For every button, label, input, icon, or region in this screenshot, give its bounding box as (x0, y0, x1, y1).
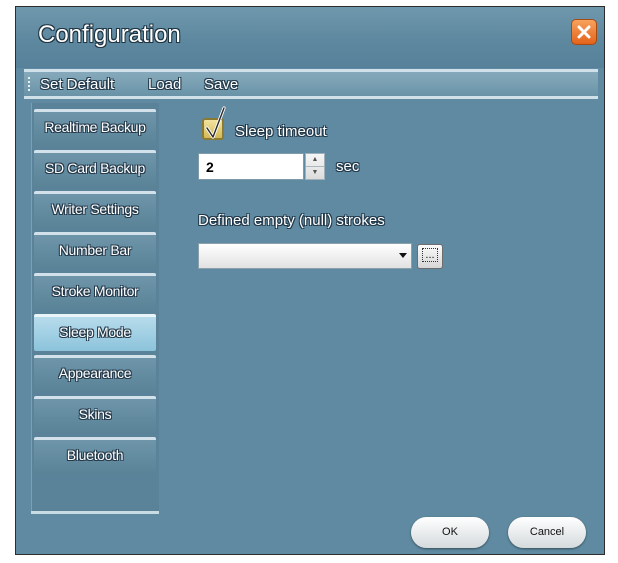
sleep-timeout-label: Sleep timeout (235, 123, 327, 140)
ok-button[interactable]: OK (411, 517, 489, 548)
browse-label: ... (422, 248, 438, 262)
browse-strokes-button[interactable]: ... (417, 244, 443, 269)
dropdown-arrow-icon (399, 253, 407, 258)
sidebar-item-writer-settings[interactable]: Writer Settings (34, 191, 156, 228)
configuration-window: Configuration Set Default Load Save Real… (15, 6, 605, 555)
sidebar-item-appearance[interactable]: Appearance (34, 355, 156, 392)
menu-save[interactable]: Save (204, 76, 238, 93)
timeout-value-input[interactable]: 2 (198, 153, 304, 180)
window-title: Configuration (38, 21, 181, 48)
sidebar-item-skins[interactable]: Skins (34, 396, 156, 433)
empty-strokes-dropdown[interactable] (198, 243, 412, 269)
sidebar-item-bluetooth[interactable]: Bluetooth (34, 437, 156, 474)
spin-down-icon[interactable]: ▼ (306, 167, 324, 179)
category-sidebar: Realtime Backup SD Card Backup Writer Se… (31, 103, 159, 513)
sidebar-item-number-bar[interactable]: Number Bar (34, 232, 156, 269)
menu-grip (28, 77, 33, 91)
menu-bar: Set Default Load Save (24, 69, 598, 99)
empty-strokes-label: Defined empty (null) strokes (198, 212, 385, 229)
sidebar-item-stroke-monitor[interactable]: Stroke Monitor (34, 273, 156, 310)
menu-load[interactable]: Load (148, 76, 181, 93)
spin-up-icon[interactable]: ▲ (306, 154, 324, 167)
sidebar-item-realtime-backup[interactable]: Realtime Backup (34, 109, 156, 146)
cancel-button[interactable]: Cancel (508, 517, 586, 548)
checkmark-icon (205, 106, 226, 139)
close-button[interactable] (571, 19, 597, 45)
sidebar-item-sd-card-backup[interactable]: SD Card Backup (34, 150, 156, 187)
timeout-unit-label: sec (336, 158, 360, 175)
sidebar-item-sleep-mode[interactable]: Sleep Mode (34, 314, 156, 351)
sleep-timeout-checkbox[interactable] (202, 106, 226, 140)
timeout-spinner[interactable]: ▲ ▼ (305, 153, 325, 180)
title-bar: Configuration (16, 7, 604, 68)
sidebar-divider (31, 511, 159, 514)
menu-set-default[interactable]: Set Default (40, 76, 114, 93)
close-icon (577, 25, 591, 39)
